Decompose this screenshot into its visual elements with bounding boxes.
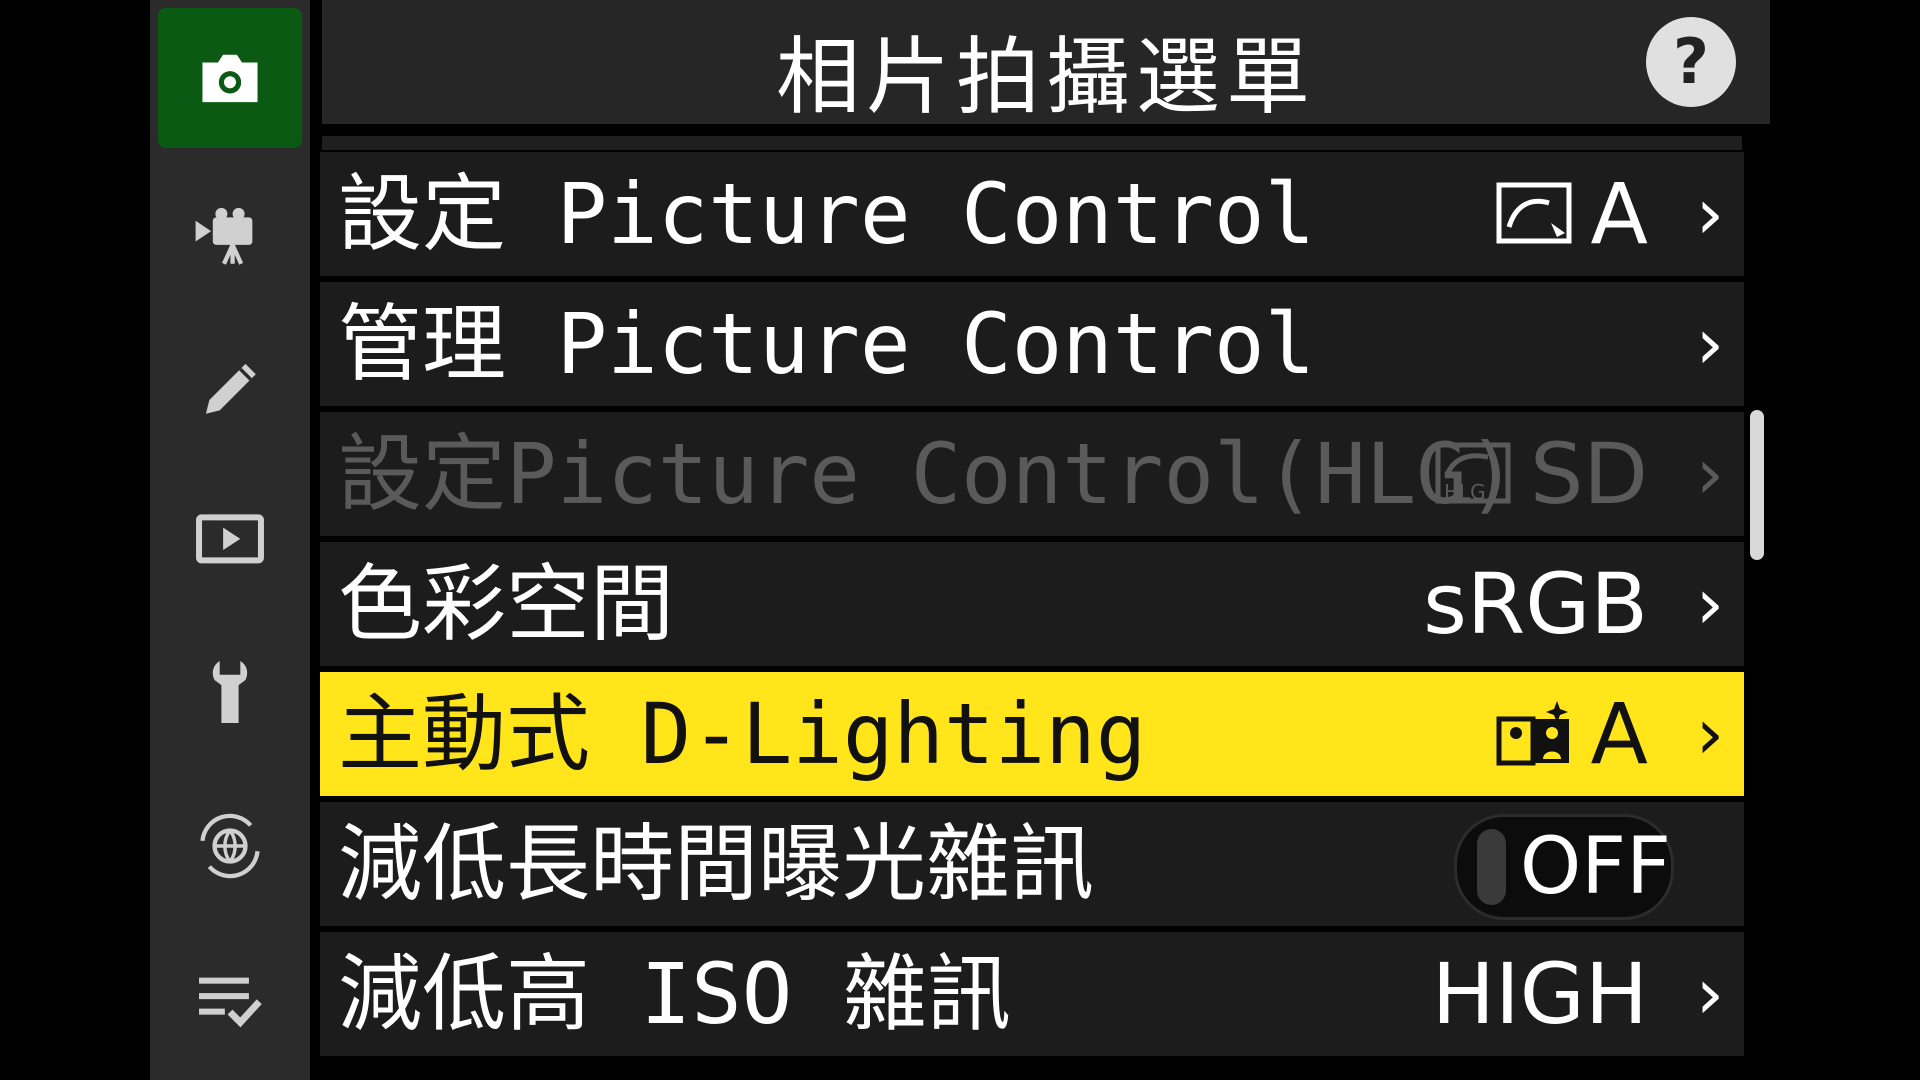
menu-item-value: HLG SD: [1434, 412, 1648, 536]
menu-item-label: 設定 Picture Control: [338, 165, 1316, 263]
toggle-knob: [1477, 829, 1506, 905]
chevron-right-icon: ›: [1696, 173, 1724, 255]
chevron-right-icon: ›: [1696, 563, 1724, 645]
my-menu-icon: [199, 977, 262, 1028]
menu-item-value: HIGH: [1431, 945, 1648, 1043]
menu-item-value: sRGB: [1423, 555, 1648, 653]
menu-item-label: 色彩空間: [338, 555, 675, 653]
menu-scrollbar[interactable]: [1750, 410, 1764, 560]
menu-item-set-picture-control-hlg: 設定Picture Control(HLG) HLG SD ›: [320, 412, 1744, 536]
chevron-right-icon: ›: [1696, 433, 1724, 515]
tab-movie-recording[interactable]: [158, 168, 302, 308]
help-button[interactable]: ?: [1646, 17, 1736, 107]
menu-item-manage-picture-control[interactable]: 管理 Picture Control ›: [320, 282, 1744, 406]
svg-text:HLG: HLG: [1444, 480, 1486, 504]
pencil-icon: [205, 363, 256, 414]
menu-item-label: 減低高 ISO 雜訊: [338, 945, 1011, 1043]
menu-item-long-exposure-nr[interactable]: 減低長時間曝光雜訊 OFF: [320, 802, 1744, 926]
menu-item-high-iso-nr[interactable]: 減低高 ISO 雜訊 HIGH ›: [320, 932, 1744, 1056]
camera-icon: [202, 54, 258, 103]
tab-playback[interactable]: [158, 468, 302, 608]
menu-item-set-picture-control[interactable]: 設定 Picture Control A ›: [320, 152, 1744, 276]
toggle-state: OFF: [1519, 822, 1671, 912]
menu-item-label: 設定Picture Control(HLG): [338, 425, 1518, 523]
page-title: 相片拍攝選單: [775, 28, 1316, 126]
scroll-top-edge: [322, 136, 1742, 150]
menu-item-active-d-lighting[interactable]: 主動式 D-Lighting A ›: [320, 672, 1744, 796]
menu-item-label: 管理 Picture Control: [338, 295, 1316, 393]
picture-control-icon: [1496, 182, 1572, 244]
menu-item-value: A: [1495, 672, 1648, 796]
tab-photo-shooting[interactable]: [158, 8, 302, 148]
chevron-right-icon: ›: [1696, 303, 1724, 385]
chevron-right-icon: ›: [1696, 953, 1724, 1035]
movie-camera-icon: [195, 207, 253, 265]
wrench-icon: [212, 661, 248, 723]
long-exposure-nr-toggle[interactable]: OFF: [1454, 814, 1674, 920]
tab-custom-settings[interactable]: [158, 318, 302, 458]
chevron-right-icon: ›: [1696, 693, 1724, 775]
tab-setup[interactable]: [158, 622, 302, 762]
camera-menu-screen: 相片拍攝選單 ? 設定 Picture Control A › 管理 Pictu…: [0, 0, 1920, 1080]
menu-item-color-space[interactable]: 色彩空間 sRGB ›: [320, 542, 1744, 666]
playback-icon: [196, 514, 264, 564]
menu-sidebar: [150, 0, 310, 1080]
menu-title-bar: 相片拍攝選單 ?: [322, 0, 1770, 126]
picture-control-hlg-icon: HLG: [1435, 442, 1511, 504]
network-icon: [200, 813, 260, 879]
tab-my-menu[interactable]: [158, 930, 302, 1070]
menu-item-value: A: [1495, 152, 1648, 276]
active-d-lighting-icon: [1496, 701, 1569, 766]
menu-item-label: 主動式 D-Lighting: [338, 685, 1147, 783]
tab-network[interactable]: [158, 776, 302, 916]
menu-item-label: 減低長時間曝光雜訊: [338, 815, 1095, 913]
menu-list: 設定 Picture Control A › 管理 Picture Contro…: [320, 152, 1744, 1062]
